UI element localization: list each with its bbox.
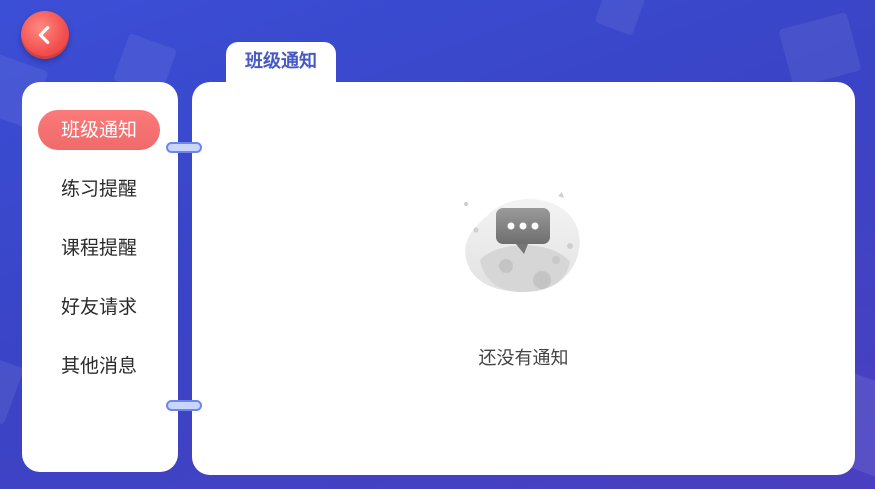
- decor-square: [594, 0, 646, 36]
- sidebar-item-course-reminder[interactable]: 课程提醒: [38, 228, 160, 268]
- sidebar-item-other-messages[interactable]: 其他消息: [38, 346, 160, 386]
- chevron-left-icon: [38, 26, 50, 44]
- sidebar-item-practice-reminder[interactable]: 练习提醒: [38, 169, 160, 209]
- decor-square: [0, 354, 25, 426]
- binder-ring: [166, 400, 202, 411]
- back-button[interactable]: [21, 11, 69, 59]
- notice-panel: 还没有通知: [192, 82, 855, 475]
- sidebar-item-friend-request[interactable]: 好友请求: [38, 287, 160, 327]
- empty-state-message: 还没有通知: [478, 348, 569, 369]
- decor-square: [778, 11, 862, 89]
- tab-class-notice[interactable]: 班级通知: [226, 42, 336, 84]
- sidebar: 班级通知 练习提醒 课程提醒 好友请求 其他消息: [22, 82, 178, 472]
- binder-ring: [166, 142, 202, 153]
- sidebar-item-class-notice[interactable]: 班级通知: [38, 110, 160, 150]
- chat-bubble-planet-icon: [464, 192, 580, 292]
